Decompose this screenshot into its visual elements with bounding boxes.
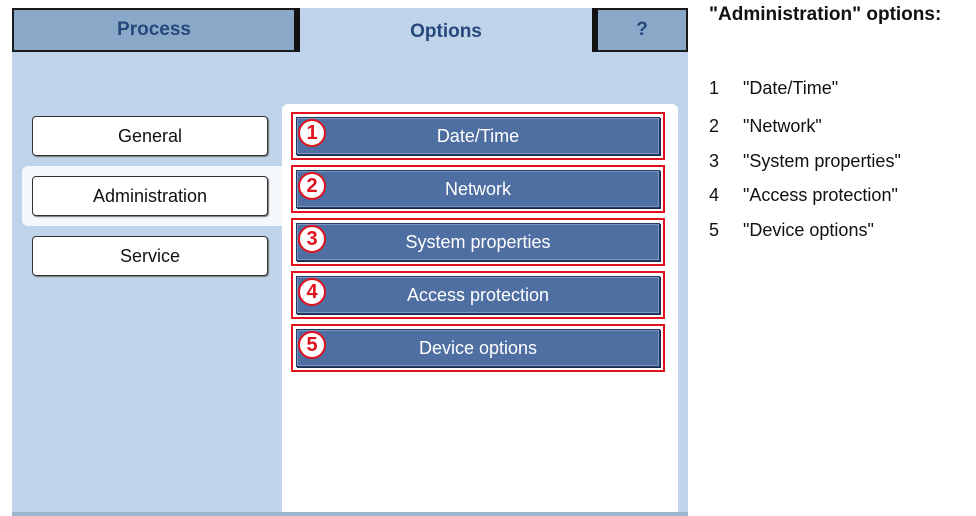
callout-frame-1: Date/Time 1: [291, 112, 665, 160]
legend-item-label: "Device options": [743, 220, 874, 240]
callout-frame-5: Device options 5: [291, 324, 665, 372]
sidebar-item-general[interactable]: General: [32, 116, 268, 156]
legend-item-number: 3: [709, 151, 720, 171]
tab-process[interactable]: Process: [12, 8, 300, 52]
legend-item: 3 "System properties": [709, 151, 901, 172]
legend-item-number: 5: [709, 220, 720, 240]
legend-item-label: "Access protection": [743, 185, 898, 205]
legend-item: 2 "Network": [709, 116, 822, 137]
callout-number-2: 2: [298, 172, 326, 200]
access-protection-button[interactable]: Access protection: [296, 276, 660, 314]
date-time-button[interactable]: Date/Time: [296, 117, 660, 155]
sidebar-item-service[interactable]: Service: [32, 236, 268, 276]
legend-item-label: "Date/Time": [743, 78, 839, 98]
network-button[interactable]: Network: [296, 170, 660, 208]
callout-frame-3: System properties 3: [291, 218, 665, 266]
legend-title: "Administration" options:: [709, 4, 942, 25]
legend-item: 1 "Date/Time": [709, 78, 838, 99]
legend-item: 4 "Access protection": [709, 185, 898, 206]
tab-options[interactable]: Options: [300, 8, 592, 56]
callout-number-4: 4: [298, 278, 326, 306]
callout-number-1: 1: [298, 119, 326, 147]
legend-item-number: 4: [709, 185, 720, 205]
system-properties-button[interactable]: System properties: [296, 223, 660, 261]
legend-item-label: "Network": [743, 116, 822, 136]
legend-item-label: "System properties": [743, 151, 901, 171]
sidebar-item-administration[interactable]: Administration: [32, 176, 268, 216]
callout-number-3: 3: [298, 225, 326, 253]
tab-help[interactable]: ?: [592, 8, 688, 52]
legend-item-number: 2: [709, 116, 720, 136]
legend-item: 5 "Device options": [709, 220, 874, 241]
callout-frame-2: Network 2: [291, 165, 665, 213]
panel-bottom-edge: [12, 512, 688, 516]
legend-item-number: 1: [709, 78, 720, 98]
device-options-button[interactable]: Device options: [296, 329, 660, 367]
callout-frame-4: Access protection 4: [291, 271, 665, 319]
callout-number-5: 5: [298, 331, 326, 359]
